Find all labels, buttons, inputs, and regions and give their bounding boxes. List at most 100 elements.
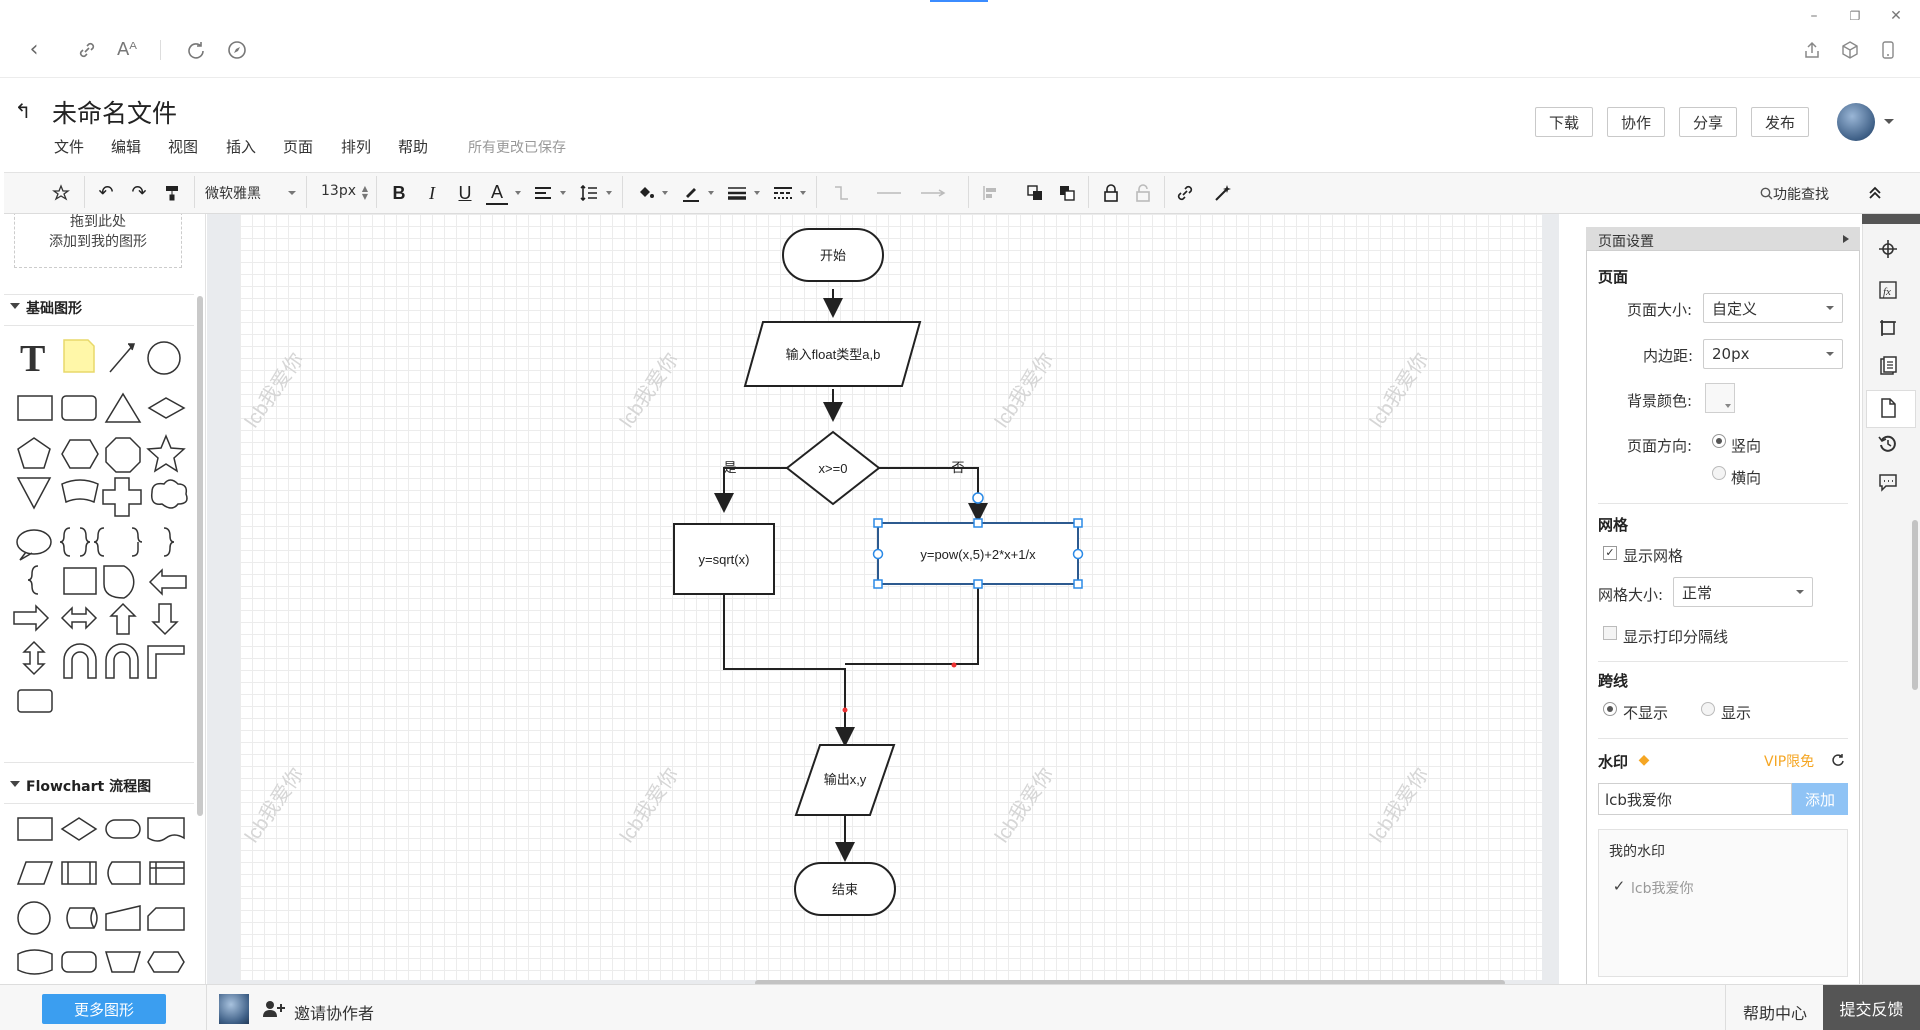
menu-insert[interactable]: 插入 [226, 136, 256, 157]
minimize-icon[interactable]: – [1804, 6, 1824, 26]
grid-size-select[interactable]: 正常 [1673, 577, 1813, 607]
orientation-portrait-label[interactable]: 竖向 [1731, 435, 1761, 456]
help-center-link[interactable]: 帮助中心 [1743, 1000, 1807, 1024]
radio-portrait[interactable] [1712, 434, 1726, 448]
page-size-select[interactable]: 自定义 [1703, 293, 1843, 323]
menu-file[interactable]: 文件 [54, 136, 84, 157]
connector-no[interactable] [879, 467, 988, 523]
undo-icon[interactable]: ↶ [94, 181, 118, 205]
invite-collaborators[interactable]: 邀请协作者 [294, 1000, 374, 1024]
collapse-arrow-icon[interactable] [10, 781, 20, 787]
basic-shapes-grid[interactable]: T [4, 328, 194, 768]
comment-icon[interactable] [1876, 470, 1900, 494]
page-icon[interactable] [1876, 396, 1900, 420]
chevron-down-icon[interactable] [708, 191, 714, 195]
menu-page[interactable]: 页面 [283, 136, 313, 157]
bg-color-picker[interactable] [1705, 383, 1735, 413]
flowchart-shapes-grid[interactable] [4, 806, 194, 984]
search-icon[interactable] [1758, 181, 1774, 205]
close-icon[interactable]: ✕ [1886, 6, 1906, 26]
watermark-input[interactable]: lcb我爱你 [1598, 783, 1792, 815]
feature-search[interactable]: 功能查找 [1773, 184, 1829, 204]
collab-button[interactable]: 协作 [1607, 107, 1665, 137]
font-color-button[interactable]: A [486, 181, 508, 205]
line-width-icon[interactable] [726, 181, 748, 205]
connector-no-output[interactable] [845, 584, 979, 665]
chevron-down-icon[interactable] [662, 191, 668, 195]
font-family-select[interactable]: 微软雅黑 [205, 183, 261, 203]
chevron-down-icon[interactable] [288, 191, 296, 195]
padding-select[interactable]: 20px [1703, 339, 1843, 369]
line-start-icon[interactable] [874, 181, 904, 205]
chevron-down-icon[interactable] [754, 191, 760, 195]
chevron-down-icon[interactable] [606, 191, 612, 195]
more-shapes-button[interactable]: 更多图形 [42, 994, 166, 1024]
bold-button[interactable]: B [388, 181, 410, 205]
collaborator-avatar[interactable] [219, 994, 249, 1024]
restore-icon[interactable]: ❐ [1845, 6, 1865, 26]
saved-watermark-item[interactable]: lcb我爱你 [1631, 878, 1693, 898]
magic-wand-icon[interactable] [1212, 181, 1234, 205]
section-basic-shapes[interactable]: 基础图形 [26, 298, 82, 318]
left-panel-scrollbar[interactable] [197, 296, 203, 816]
fill-color-icon[interactable] [635, 181, 657, 205]
publish-button[interactable]: 发布 [1751, 107, 1809, 137]
feedback-button[interactable]: 提交反馈 [1823, 985, 1920, 1030]
radio-cross-hide[interactable] [1603, 702, 1617, 716]
underline-button[interactable]: U [454, 181, 476, 205]
redo-icon[interactable]: ↷ [127, 181, 151, 205]
link-icon[interactable] [75, 38, 99, 62]
page-size-icon[interactable] [1876, 316, 1900, 340]
chevron-down-icon[interactable] [515, 191, 521, 195]
refresh-icon[interactable] [184, 38, 208, 62]
menu-edit[interactable]: 编辑 [111, 136, 141, 157]
radio-cross-show[interactable] [1701, 702, 1715, 716]
cross-hide-label[interactable]: 不显示 [1623, 702, 1668, 723]
flowchart-diagram[interactable]: lcb我爱你 lcb我爱你 lcb我爱你 lcb我爱你 lcb我爱你 lcb我爱… [240, 214, 1542, 980]
avatar-dropdown-icon[interactable] [1884, 119, 1894, 124]
unlock-icon[interactable] [1132, 181, 1154, 205]
send-back-icon[interactable] [1056, 181, 1078, 205]
chevron-down-icon[interactable] [560, 191, 566, 195]
collapse-arrow-icon[interactable] [10, 303, 20, 309]
panel-collapse-icon[interactable] [1843, 235, 1849, 243]
avatar[interactable] [1837, 103, 1875, 141]
reset-icon[interactable] [1830, 752, 1846, 768]
history-icon[interactable] [1876, 432, 1900, 456]
connector-yes-output[interactable] [723, 594, 855, 747]
cross-show-label[interactable]: 显示 [1721, 702, 1751, 723]
align-icon[interactable] [532, 181, 554, 205]
share-button[interactable]: 分享 [1679, 107, 1737, 137]
compass-icon[interactable] [225, 38, 249, 62]
print-lines-checkbox[interactable] [1603, 626, 1617, 640]
pages-icon[interactable] [1876, 354, 1900, 378]
radio-landscape[interactable] [1712, 466, 1726, 480]
line-style-icon[interactable] [772, 181, 794, 205]
section-flowchart[interactable]: Flowchart 流程图 [26, 776, 151, 796]
line-end-icon[interactable] [918, 181, 948, 205]
navigate-icon[interactable] [1876, 237, 1900, 261]
show-grid-checkbox[interactable]: ✓ [1603, 546, 1617, 560]
menu-view[interactable]: 视图 [168, 136, 198, 157]
add-watermark-button[interactable]: 添加 [1792, 783, 1848, 815]
paint-brush-icon[interactable] [160, 181, 184, 205]
bring-front-icon[interactable] [1024, 181, 1046, 205]
lock-icon[interactable] [1100, 181, 1122, 205]
share-icon[interactable] [1800, 38, 1824, 62]
document-title[interactable]: 未命名文件 [52, 94, 177, 130]
right-scrollbar[interactable] [1912, 520, 1918, 690]
font-size-select[interactable]: 13px [321, 183, 356, 199]
add-user-icon[interactable] [263, 998, 285, 1020]
formula-icon[interactable]: fx [1876, 278, 1900, 302]
link-icon[interactable] [1174, 181, 1196, 205]
return-icon[interactable]: ↰ [12, 100, 34, 122]
italic-button[interactable]: I [421, 181, 443, 205]
chevron-down-icon[interactable] [800, 191, 806, 195]
back-icon[interactable]: ‹ [24, 38, 44, 62]
align-objects-icon[interactable] [980, 181, 1002, 205]
phone-icon[interactable] [1876, 38, 1900, 62]
collapse-icon[interactable] [1864, 181, 1886, 205]
print-lines-label[interactable]: 显示打印分隔线 [1623, 626, 1728, 647]
menu-help[interactable]: 帮助 [398, 136, 428, 157]
orientation-landscape-label[interactable]: 横向 [1731, 467, 1761, 488]
